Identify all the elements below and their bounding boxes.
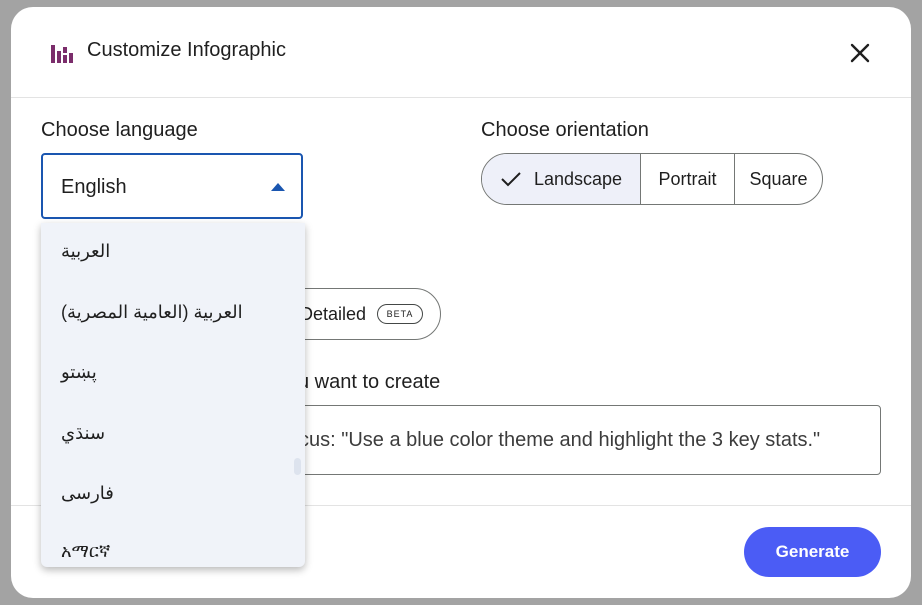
dialog-title: Customize Infographic bbox=[87, 39, 286, 61]
language-dropdown-list[interactable]: العربية العربية (العامية المصرية) پښتو س… bbox=[41, 223, 305, 567]
orientation-label: Choose orientation bbox=[481, 119, 649, 141]
language-option[interactable]: العربية bbox=[61, 241, 110, 262]
language-label: Choose language bbox=[41, 119, 198, 141]
language-option[interactable]: አማርኛ bbox=[61, 541, 110, 562]
language-selected-value: English bbox=[61, 176, 127, 198]
generate-button[interactable]: Generate bbox=[744, 527, 881, 577]
language-select[interactable]: English bbox=[41, 153, 303, 219]
orientation-portrait-button[interactable]: Portrait bbox=[640, 154, 734, 204]
language-option[interactable]: سنڌي bbox=[61, 423, 105, 444]
prompt-text: cus: "Use a blue color theme and highlig… bbox=[299, 429, 821, 451]
close-icon[interactable] bbox=[847, 40, 873, 66]
beta-badge: BETA bbox=[377, 304, 423, 324]
orientation-landscape-label: Landscape bbox=[533, 168, 623, 189]
dropdown-scrollbar[interactable] bbox=[294, 458, 301, 475]
dialog-header: Customize Infographic bbox=[11, 7, 911, 98]
detail-option-label: Detailed bbox=[300, 304, 367, 324]
prompt-label: u want to create bbox=[298, 371, 441, 393]
language-option[interactable]: فارسی bbox=[61, 483, 114, 504]
orientation-square-label: Square bbox=[749, 168, 808, 189]
orientation-segmented-control: Landscape Portrait Square bbox=[481, 153, 823, 205]
generate-label: Generate bbox=[775, 542, 850, 561]
language-option[interactable]: پښتو bbox=[61, 362, 97, 383]
prompt-textarea[interactable]: cus: "Use a blue color theme and highlig… bbox=[251, 405, 881, 475]
check-icon bbox=[501, 172, 521, 187]
infographic-bars-icon bbox=[51, 45, 73, 63]
caret-up-icon bbox=[271, 183, 285, 191]
orientation-landscape-button[interactable]: Landscape bbox=[482, 154, 640, 204]
orientation-square-button[interactable]: Square bbox=[734, 154, 822, 204]
orientation-portrait-label: Portrait bbox=[658, 168, 717, 189]
language-option[interactable]: العربية (العامية المصرية) bbox=[61, 302, 243, 323]
